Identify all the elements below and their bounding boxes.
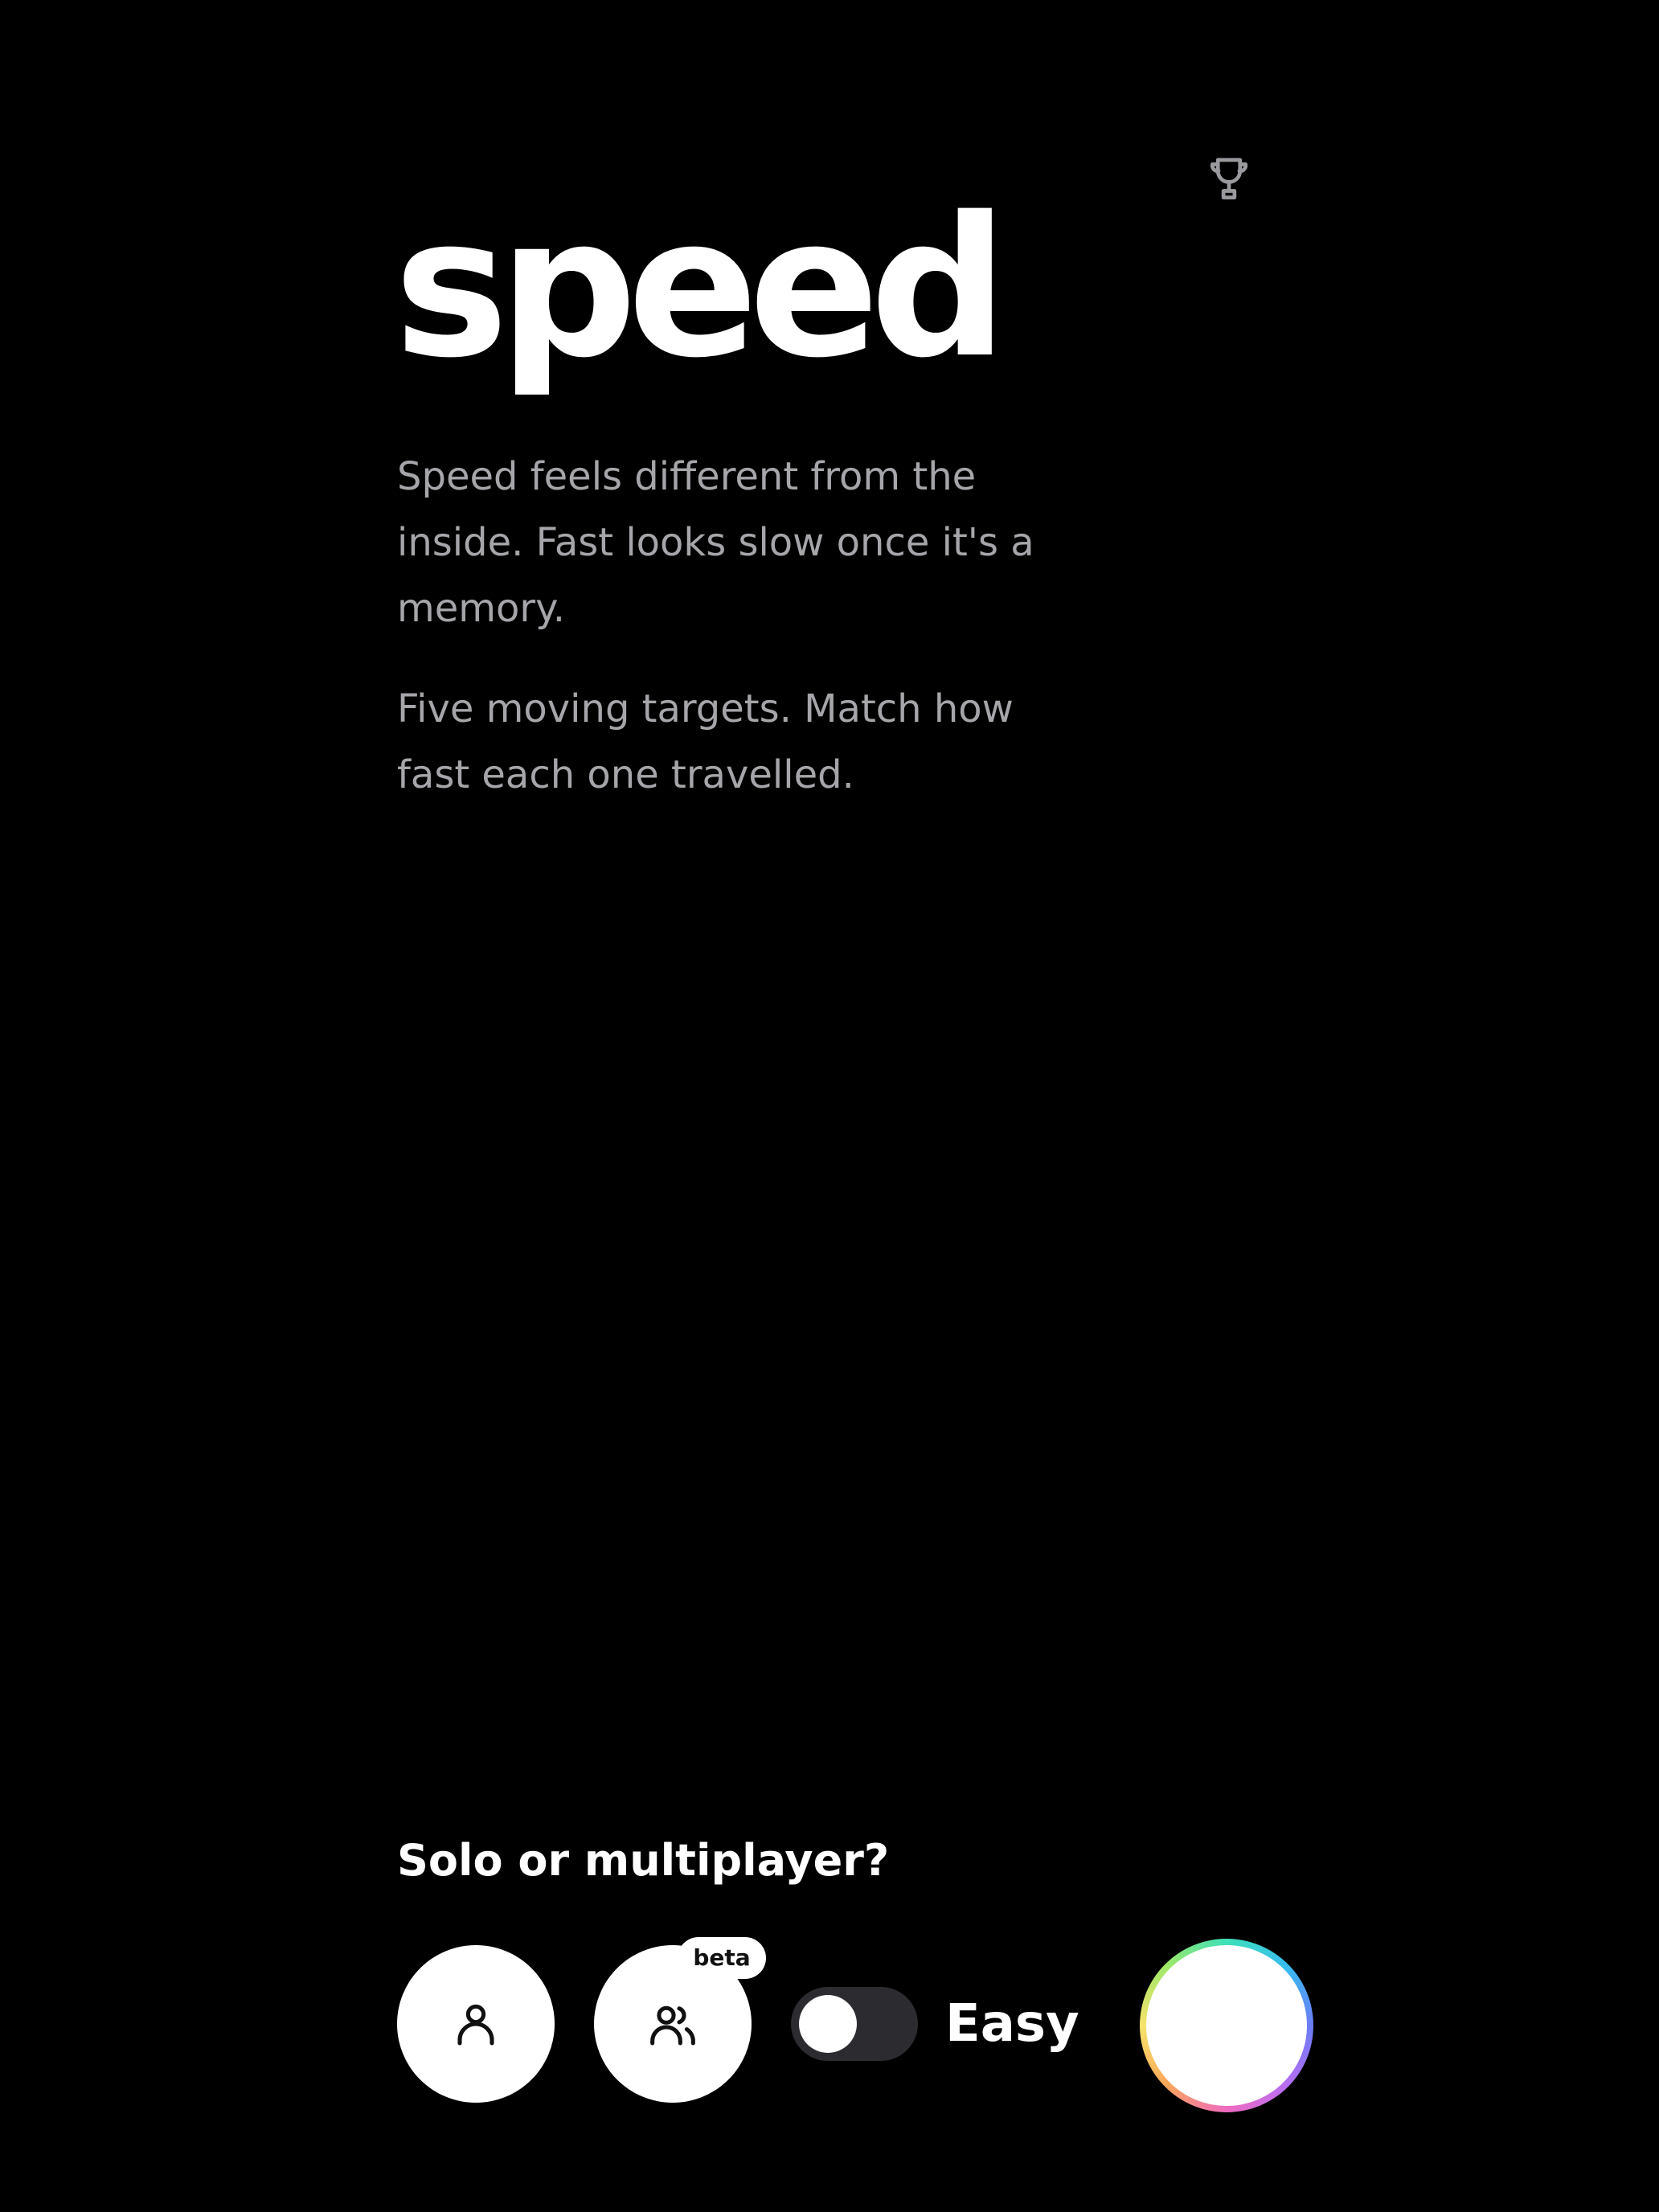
people-icon	[650, 2005, 695, 2046]
start-button-inner	[1146, 1945, 1307, 2106]
page: speed Speed feels different from the ins…	[0, 0, 1659, 2212]
mode-prompt: Solo or multiplayer?	[397, 1835, 890, 1886]
person-icon	[457, 2004, 494, 2046]
toggle-knob	[799, 1995, 857, 2053]
start-button[interactable]	[1140, 1939, 1313, 2112]
solo-button[interactable]	[397, 1945, 555, 2103]
difficulty-label: Easy	[945, 1994, 1079, 2054]
trophy-icon[interactable]	[1202, 151, 1256, 204]
difficulty-toggle[interactable]	[791, 1987, 918, 2061]
description-paragraph-1: Speed feels different from the inside. F…	[397, 454, 1034, 631]
description-paragraph-2: Five moving targets. Match how fast each…	[397, 686, 1014, 797]
beta-badge: beta	[678, 1937, 766, 1979]
page-title: speed	[394, 175, 1008, 400]
